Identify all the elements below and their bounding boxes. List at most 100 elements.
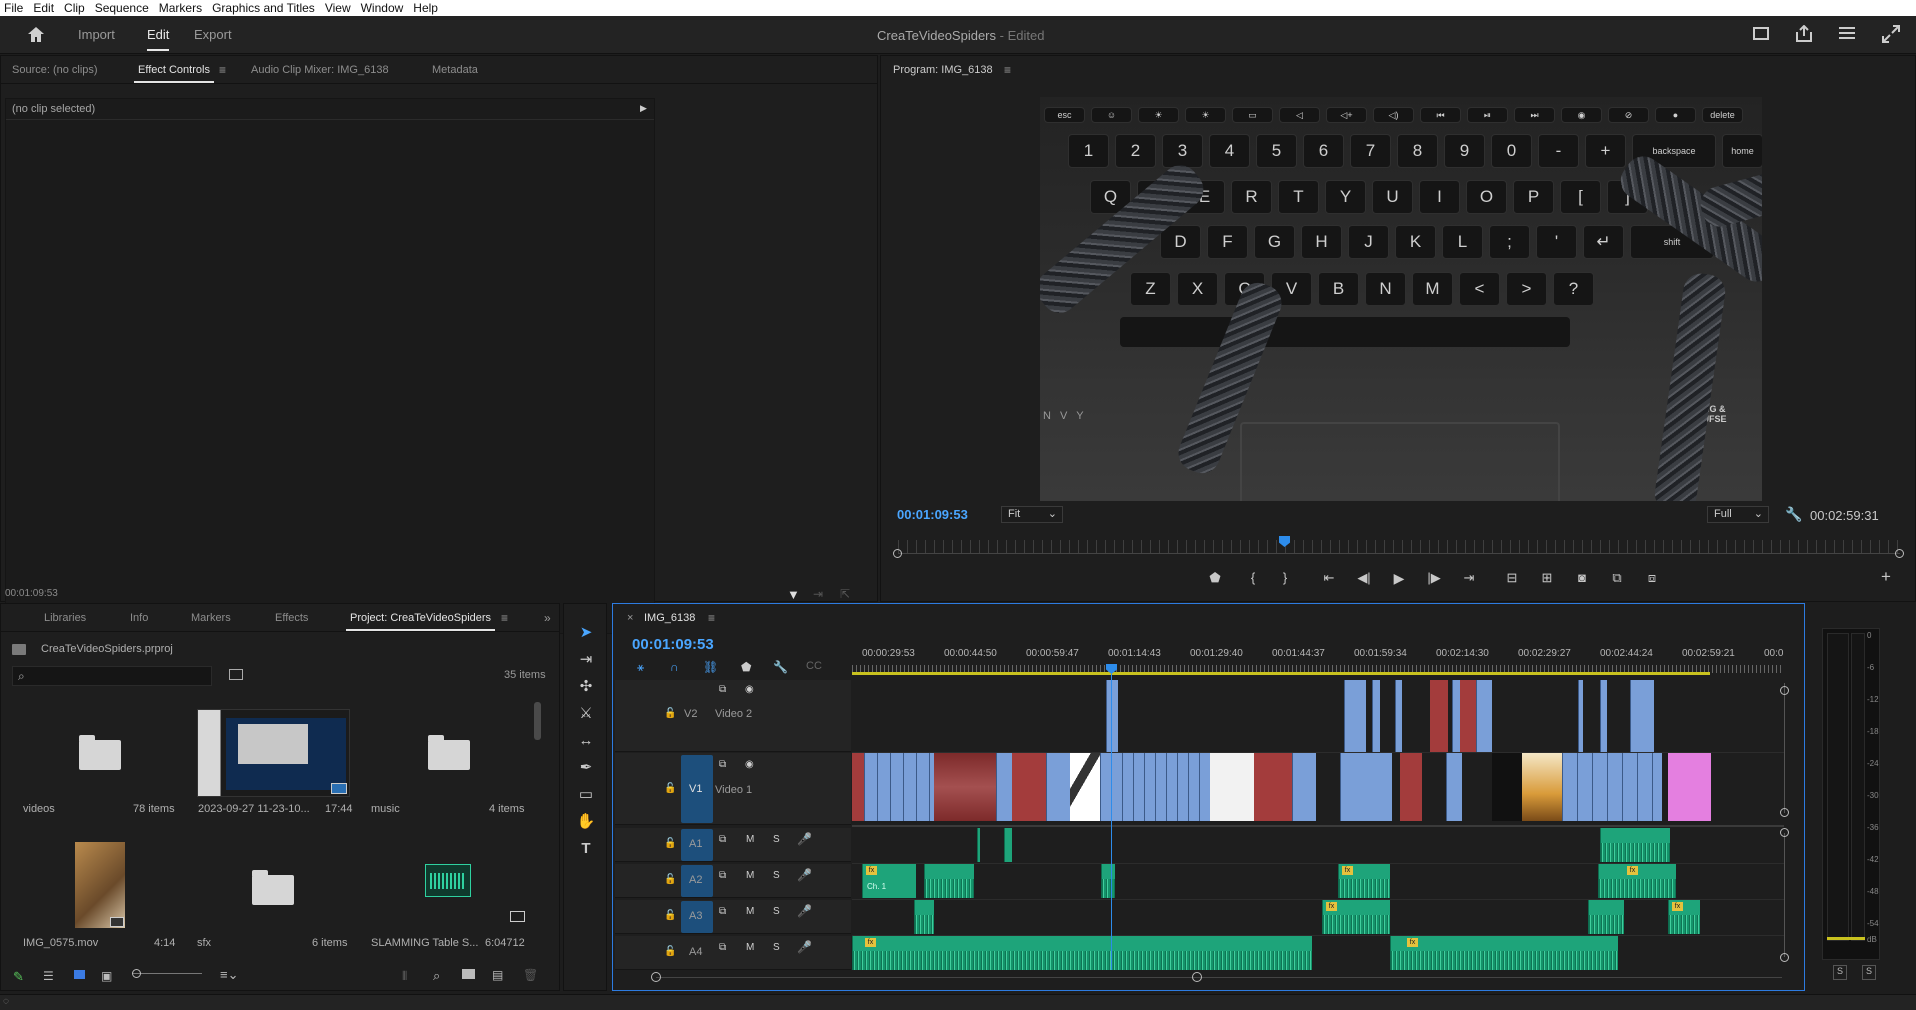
snap-icon[interactable]: ∩ [670, 660, 679, 674]
filter-icon[interactable]: ▼ [787, 587, 800, 602]
program-menu-icon[interactable]: ≡ [1004, 63, 1011, 77]
menu-help[interactable]: Help [409, 0, 444, 16]
audio-clip[interactable] [914, 900, 934, 934]
tab-effect-controls[interactable]: Effect Controls [134, 64, 214, 83]
mark-out-icon[interactable]: } [1275, 570, 1295, 585]
close-sequence-icon[interactable]: × [627, 612, 633, 624]
video-clip[interactable] [934, 753, 996, 821]
video-clip[interactable] [1578, 680, 1583, 752]
comparison-view-icon[interactable]: ⧉ [1607, 570, 1627, 586]
bin-sfx-name[interactable]: sfx [197, 937, 211, 949]
menu-edit[interactable]: Edit [29, 0, 60, 16]
toggle-sync-lock-icon[interactable]: ⧉ [719, 942, 726, 953]
rectangle-tool-icon[interactable]: ▭ [574, 784, 598, 806]
video-clip[interactable] [1600, 680, 1607, 752]
meter-solo-left-button[interactable]: S [1833, 965, 1847, 980]
project-scrollbar[interactable] [534, 702, 541, 740]
menu-file[interactable]: File [0, 0, 29, 16]
more-panels-icon[interactable]: » [544, 611, 551, 625]
video-clip[interactable] [1100, 753, 1210, 821]
menu-markers[interactable]: Markers [155, 0, 208, 16]
step-forward-icon[interactable]: |▶ [1424, 570, 1444, 586]
scroll-handle[interactable] [1780, 808, 1789, 817]
scroll-handle[interactable] [1780, 828, 1789, 837]
audio-thumbnail-slamming[interactable] [425, 864, 471, 897]
lock-icon[interactable]: 🔓 [664, 946, 676, 957]
video-clip[interactable] [1340, 753, 1392, 821]
solo-button[interactable]: S [773, 906, 780, 917]
go-to-in-icon[interactable]: ⇤ [1319, 570, 1339, 586]
bin-music-name[interactable]: music [371, 803, 400, 815]
resolution-dropdown[interactable]: Full ⌄ [1707, 506, 1769, 523]
new-bin-icon[interactable] [462, 969, 475, 979]
video-clip[interactable] [1460, 680, 1476, 752]
icon-view-icon[interactable] [74, 970, 85, 979]
tab-effects[interactable]: Effects [275, 612, 308, 624]
mark-in-icon[interactable]: { [1243, 570, 1263, 585]
lock-icon[interactable]: 🔓 [664, 838, 676, 849]
zoom-handle-center[interactable] [1192, 972, 1202, 982]
project-menu-icon[interactable]: ≡ [501, 611, 508, 625]
clip-name-screen-recording[interactable]: 2023-09-27 11-23-10... [198, 803, 310, 815]
sort-icon[interactable]: ≡⌄ [220, 967, 238, 983]
share-icon[interactable] [1795, 25, 1813, 42]
scroll-handle[interactable] [1780, 686, 1789, 695]
microphone-icon[interactable]: 🎤 [797, 868, 812, 882]
audio-clip[interactable] [1588, 900, 1624, 934]
extract-icon[interactable]: ⊞ [1537, 570, 1557, 586]
work-area-bar[interactable] [852, 672, 1710, 675]
workspaces-icon[interactable] [1838, 26, 1856, 41]
audio-clip[interactable] [924, 864, 974, 898]
clip-name-slamming[interactable]: SLAMMING Table S... [371, 937, 478, 949]
menu-window[interactable]: Window [357, 0, 410, 16]
freeform-view-icon[interactable]: ▣ [101, 969, 112, 983]
slip-tool-icon[interactable]: ↔ [574, 730, 598, 752]
scroll-start-handle[interactable] [893, 549, 902, 558]
video-clip[interactable] [1344, 680, 1366, 752]
zoom-dropdown[interactable]: Fit ⌄ [1001, 506, 1063, 523]
video-clip[interactable] [864, 753, 934, 821]
nest-icon[interactable]: ⚹ [637, 660, 644, 675]
bin-videos-folder-icon[interactable] [79, 735, 121, 770]
razor-tool-icon[interactable]: ⚔ [574, 703, 598, 725]
audio-clip[interactable]: fx [1598, 864, 1676, 898]
audio-track-scrollbar[interactable] [1784, 833, 1785, 957]
quick-export-icon[interactable] [1753, 27, 1769, 40]
list-view-icon[interactable]: ☰ [43, 969, 54, 983]
audio-clip[interactable] [1101, 864, 1115, 898]
audio-clip[interactable]: fx [852, 936, 1312, 970]
workspace-export[interactable]: Export [194, 27, 232, 42]
video-clip[interactable] [1012, 753, 1046, 821]
wrench-icon[interactable]: 🔧 [1785, 506, 1802, 523]
ripple-edit-tool-icon[interactable]: ✣ [574, 676, 598, 698]
audio-clip[interactable]: fx [1322, 900, 1390, 934]
home-icon[interactable] [27, 26, 45, 43]
toggle-sync-lock-icon[interactable]: ⧉ [719, 759, 726, 770]
tab-metadata[interactable]: Metadata [432, 64, 478, 76]
eye-icon[interactable]: ◉ [745, 684, 754, 695]
video-track-scrollbar[interactable] [1784, 683, 1785, 813]
audio-clip[interactable] [1004, 828, 1012, 862]
video-clip[interactable] [1292, 753, 1316, 821]
new-search-bin-icon[interactable] [229, 669, 243, 680]
workspace-import[interactable]: Import [78, 27, 115, 42]
bin-videos-name[interactable]: videos [23, 803, 55, 815]
audio-clip[interactable]: fx [1338, 864, 1390, 898]
find-icon[interactable]: ⌕ [433, 968, 440, 984]
zoom-handle-left[interactable] [651, 972, 661, 982]
tab-info[interactable]: Info [130, 612, 148, 624]
tab-project[interactable]: Project: CreaTeVideoSpiders [345, 612, 496, 631]
export-frame-icon[interactable]: ◙ [1572, 570, 1592, 585]
program-playhead-timecode[interactable]: 00:01:09:53 [897, 507, 968, 522]
lock-icon[interactable]: 🔓 [664, 910, 676, 921]
video-clip[interactable] [1430, 680, 1448, 752]
meter-solo-right-button[interactable]: S [1862, 965, 1876, 980]
hand-tool-icon[interactable]: ✋ [574, 811, 598, 833]
track-select-tool-icon[interactable]: ⇥ [574, 649, 598, 671]
selection-tool-icon[interactable]: ➤ [574, 622, 598, 644]
eye-icon[interactable]: ◉ [745, 759, 754, 770]
clip-thumbnail-screen-recording[interactable] [197, 709, 350, 797]
linked-selection-icon[interactable]: ⛓ [703, 660, 718, 674]
audio-clip[interactable]: fx [1668, 900, 1700, 934]
tab-source[interactable]: Source: (no clips) [12, 64, 98, 76]
